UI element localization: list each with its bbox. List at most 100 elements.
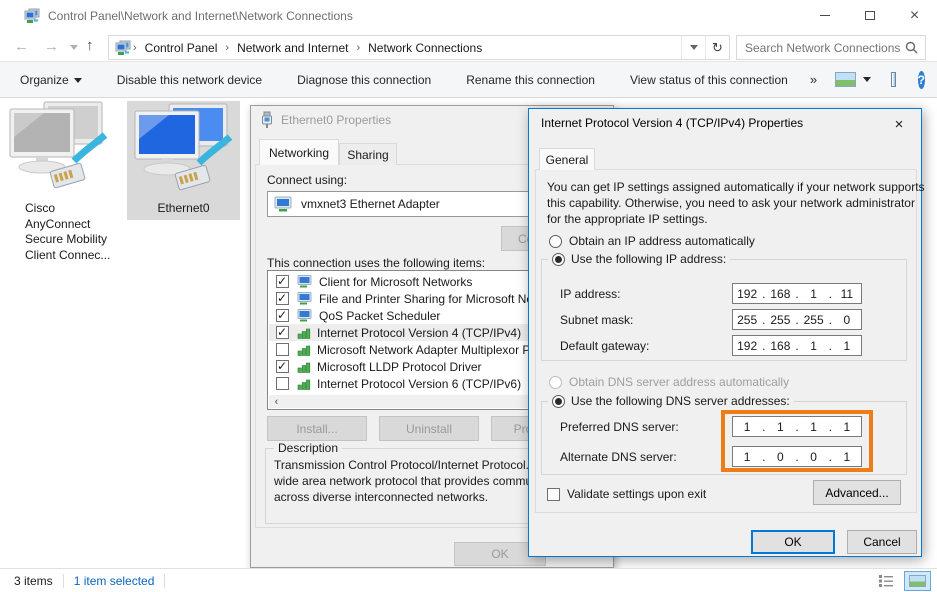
ipv4-properties-dialog: Internet Protocol Version 4 (TCP/IPv4) P… [528,108,922,557]
advanced-button[interactable]: Advanced... [813,480,901,505]
statusbar-divider [164,574,165,588]
view-status-command[interactable]: View status of this connection [630,73,788,87]
item-checkbox[interactable] [276,377,289,390]
client-service-icon [297,309,313,322]
thumbnail-view-icon [909,575,926,587]
search-icon[interactable] [905,41,918,54]
tab-general[interactable]: General [539,148,595,170]
search-input[interactable] [737,41,905,55]
change-view-button[interactable] [835,72,871,87]
breadcrumb-separator-icon [354,42,362,54]
disable-device-command[interactable]: Disable this network device [117,73,262,87]
client-service-icon [297,275,313,288]
tab-sharing[interactable]: Sharing [339,143,397,165]
item-checkbox[interactable] [276,343,289,356]
connection-items-label: This connection uses the following items… [267,256,485,270]
validate-checkbox-row[interactable]: Validate settings upon exit [547,487,706,501]
radio-use-dns[interactable]: Use the following DNS server addresses: [548,394,794,408]
address-dropdown-button[interactable] [681,36,705,59]
close-icon: × [910,7,919,25]
protocol-icon [297,361,311,373]
command-toolbar: Organize Disable this network device Dia… [0,62,937,98]
client-service-icon [297,292,313,305]
icons-view-button[interactable] [904,571,931,591]
install-button[interactable]: Install... [267,416,367,441]
preferred-dns-label: Preferred DNS server: [560,420,679,434]
ipv4-cancel-button[interactable]: Cancel [847,530,917,554]
status-bar: 3 items 1 item selected [0,568,937,592]
connection-ethernet0[interactable]: Ethernet0 [127,101,240,220]
close-button[interactable]: × [892,0,937,31]
ipv4-ok-button[interactable]: OK [751,530,835,554]
breadcrumb-network-and-internet[interactable]: Network and Internet [231,41,354,55]
item-checkbox[interactable] [276,292,289,305]
ethernet-plug-icon [261,111,273,129]
thumbnail-view-icon [835,72,856,87]
details-view-button[interactable] [879,574,894,587]
breadcrumb: Control Panel Network and Internet Netwo… [108,35,730,60]
window-titlebar[interactable]: Control Panel\Network and Internet\Netwo… [0,0,937,32]
radio-obtain-ip[interactable]: Obtain an IP address automatically [549,234,755,248]
help-icon[interactable]: ? [918,71,925,89]
breadcrumb-separator-icon [131,42,139,54]
breadcrumb-control-panel[interactable]: Control Panel [139,41,224,55]
alternate-dns-label: Alternate DNS server: [560,450,677,464]
connect-using-label: Connect using: [267,173,347,187]
radio-icon-selected[interactable] [552,395,565,408]
radio-icon[interactable] [549,235,562,248]
default-gateway-field[interactable]: 192. 168. 1. 1 [732,335,862,356]
toolbar-overflow-icon[interactable]: » [810,72,817,87]
breadcrumb-network-connections[interactable]: Network Connections [362,41,488,55]
statusbar-divider [63,574,64,588]
ipv4-dialog-titlebar: Internet Protocol Version 4 (TCP/IPv4) P… [529,109,921,137]
selection-count: 1 item selected [74,574,155,588]
diagnose-connection-command[interactable]: Diagnose this connection [297,73,431,87]
preview-pane-icon[interactable] [891,72,896,87]
refresh-button[interactable]: ↻ [705,36,729,59]
radio-icon-disabled[interactable] [549,376,562,389]
item-checkbox[interactable] [276,309,289,322]
validate-checkbox[interactable] [547,488,560,501]
protocol-icon [297,378,311,390]
network-monitors-blue-icon [133,103,233,200]
organize-menu[interactable]: Organize [20,73,82,87]
description-label: Description [274,441,342,455]
item-checkbox[interactable] [276,326,289,339]
network-window-icon [24,8,40,24]
search-box[interactable] [736,35,926,60]
breadcrumb-separator-icon [223,42,231,54]
subnet-mask-field[interactable]: 255. 255. 255. 0 [732,309,862,330]
ipv4-close-button[interactable]: × [883,113,915,135]
maximize-button[interactable] [847,0,892,31]
scroll-left-icon[interactable]: ‹ [269,395,284,408]
tab-networking[interactable]: Networking [259,139,339,165]
protocol-icon [297,344,311,356]
static-ip-groupbox: Use the following IP address: IP address… [541,259,907,361]
chevron-down-icon [74,78,82,83]
rename-connection-command[interactable]: Rename this connection [466,73,595,87]
uninstall-button[interactable]: Uninstall [379,416,479,441]
minimize-icon [820,15,830,16]
protocol-icon [297,327,311,339]
breadcrumb-icon [115,40,131,56]
maximize-icon [865,11,875,20]
minimize-button[interactable] [802,0,847,31]
network-monitors-gray-icon [8,184,108,198]
forward-icon[interactable]: → [44,39,59,54]
back-icon[interactable]: ← [14,39,29,54]
radio-icon-selected[interactable] [552,253,565,266]
connection-cisco[interactable]: Cisco AnyConnect Secure Mobility Client … [8,101,120,266]
history-chevron-icon[interactable] [70,45,78,50]
chevron-down-icon [863,77,871,82]
up-icon[interactable]: ↑ [86,38,94,53]
default-gateway-label: Default gateway: [560,339,649,353]
item-checkbox[interactable] [276,275,289,288]
ip-address-field[interactable]: 192. 168. 1. 11 [732,283,862,304]
ethernet-dialog-title: Ethernet0 Properties [281,113,391,127]
subnet-mask-label: Subnet mask: [560,313,633,327]
refresh-icon: ↻ [712,40,723,56]
radio-obtain-dns[interactable]: Obtain DNS server address automatically [549,375,789,389]
radio-use-ip[interactable]: Use the following IP address: [548,252,730,266]
chevron-down-icon [690,45,698,50]
item-checkbox[interactable] [276,360,289,373]
